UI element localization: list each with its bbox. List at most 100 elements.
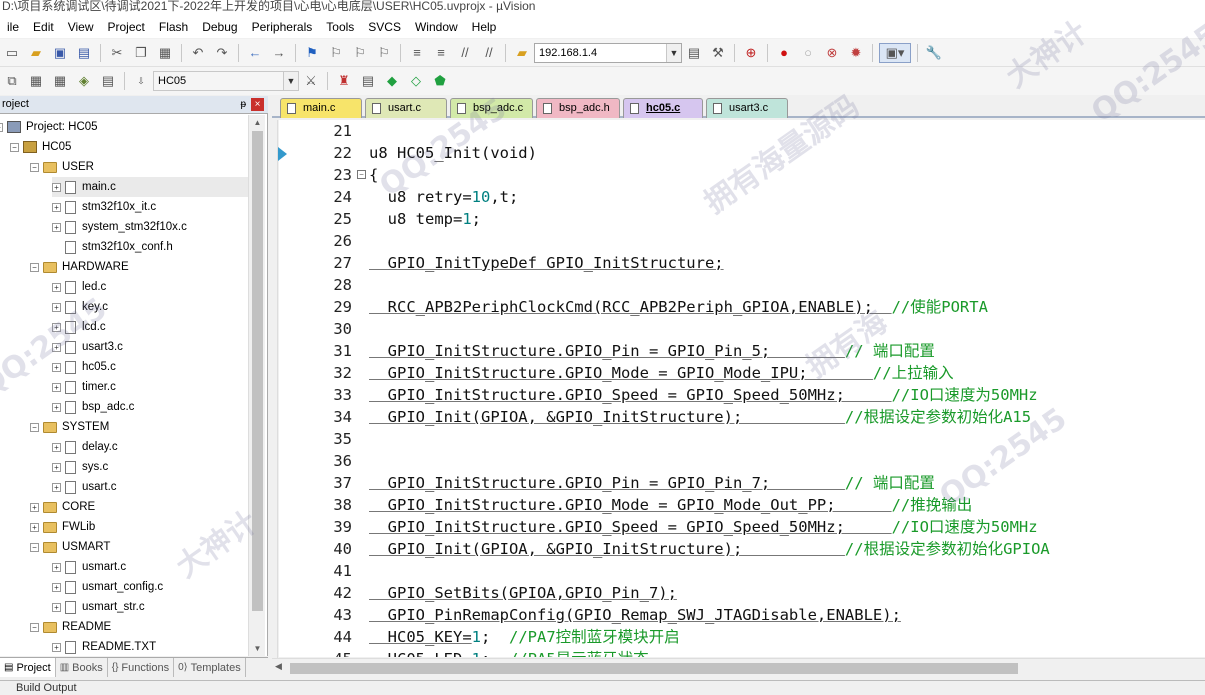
editor-tab-usart-c[interactable]: usart.c [365,98,447,118]
code-line[interactable]: u8 retry=10,t; [369,186,519,208]
menu-item-view[interactable]: View [61,16,101,38]
expand-icon[interactable]: + [52,582,61,592]
copy-icon[interactable]: ❐ [131,43,151,63]
menu-item-ile[interactable]: ile [0,16,26,38]
expand-icon[interactable]: + [52,222,61,232]
uncomment-icon[interactable]: // [479,43,499,63]
bookmark-icon[interactable]: ⚑ [302,43,322,63]
scroll-left-icon[interactable]: ◀ [275,661,282,672]
tree-file[interactable]: + system_stm32f10x.c [52,217,187,237]
kill-breakpoints-icon[interactable]: ✹ [846,43,866,63]
scrollbar-thumb[interactable] [290,663,1018,674]
manage-project-icon[interactable]: ♜ [334,71,354,91]
menu-item-help[interactable]: Help [465,16,504,38]
save-icon[interactable]: ▣ [50,43,70,63]
load-download-icon[interactable]: ⇩ [131,71,151,91]
code-line[interactable]: GPIO_InitStructure.GPIO_Mode = GPIO_Mode… [369,494,973,516]
build-output-tab[interactable]: Build Output [0,680,1205,695]
close-icon[interactable]: × [251,98,264,111]
expand-icon[interactable]: + [52,202,61,212]
open-folder-icon[interactable]: ▰ [26,43,46,63]
expand-icon[interactable]: + [52,602,61,612]
code-line[interactable]: HC05_LED=1; //PA5显示蓝牙状态 [369,648,649,657]
menu-item-flash[interactable]: Flash [152,16,195,38]
clear-bookmarks-icon[interactable]: ⚐ [374,43,394,63]
editor-tab-bsp_adc-c[interactable]: bsp_adc.c [450,98,533,118]
collapse-icon[interactable]: − [0,122,3,132]
tree-file[interactable]: + main.c [52,177,248,197]
breakpoint-icon[interactable]: ● [774,43,794,63]
expand-icon[interactable]: + [52,402,61,412]
menu-item-window[interactable]: Window [408,16,465,38]
code-editor[interactable]: 21 22 u8 HC05_Init(void) 23−{24 u8 retry=10… [279,120,1205,657]
tree-file[interactable]: + stm32f10x_it.c [52,197,156,217]
expand-icon[interactable]: + [30,502,39,512]
editor-tab-bsp_adc-h[interactable]: bsp_adc.h [536,98,620,118]
find-in-files-icon[interactable]: ▰ [512,43,532,63]
save-all-icon[interactable]: ▤ [74,43,94,63]
editor-horizontal-scrollbar[interactable]: ◀ [272,658,1205,677]
menu-item-tools[interactable]: Tools [319,16,361,38]
tree-file[interactable]: stm32f10x_conf.h [52,237,173,257]
tree-file[interactable]: + hc05.c [52,357,116,377]
expand-icon[interactable]: + [52,462,61,472]
window-layout-icon[interactable]: ▣▾ [879,42,911,63]
editor-tab-hc05-c[interactable]: hc05.c [623,98,703,118]
select-packs-icon[interactable]: ▤ [358,71,378,91]
expand-icon[interactable]: + [52,362,61,372]
navigate-back-icon[interactable]: ← [245,43,265,63]
debug-session-icon[interactable]: ⊕ [741,43,761,63]
undo-icon[interactable]: ↶ [188,43,208,63]
menu-item-project[interactable]: Project [101,16,152,38]
tree-file[interactable]: + delay.c [52,437,118,457]
chevron-down-icon[interactable]: ▼ [666,43,681,62]
collapse-icon[interactable]: − [30,422,39,432]
tree-file[interactable]: + timer.c [52,377,116,397]
collapse-icon[interactable]: − [30,622,39,632]
tree-group-user[interactable]: − USER [30,157,94,177]
tree-file[interactable]: + usmart_str.c [52,597,145,617]
code-line[interactable]: GPIO_InitStructure.GPIO_Mode = GPIO_Mode… [369,362,954,384]
redo-icon[interactable]: ↷ [212,43,232,63]
tree-group-readme[interactable]: − README [30,617,111,637]
tree-node-project[interactable]: − Project: HC05 [0,117,98,137]
menu-item-edit[interactable]: Edit [26,16,61,38]
pack-installer-icon[interactable]: ◇ [406,71,426,91]
tree-group-core[interactable]: + CORE [30,497,95,517]
code-line[interactable]: GPIO_SetBits(GPIOA,GPIO_Pin_7); [369,582,677,604]
code-line[interactable]: u8 temp=1; [369,208,481,230]
tree-group-system[interactable]: − SYSTEM [30,417,109,437]
project-tree-scrollbar[interactable]: ▲ ▼ [248,115,265,656]
expand-icon[interactable]: + [52,282,61,292]
manage-runtime-icon[interactable]: ◆ [382,71,402,91]
incremental-find-icon[interactable]: ⚒ [708,43,728,63]
comment-icon[interactable]: // [455,43,475,63]
menu-item-debug[interactable]: Debug [195,16,244,38]
disable-breakpoint-icon[interactable]: ○ [798,43,818,63]
prev-bookmark-icon[interactable]: ⚐ [326,43,346,63]
code-line[interactable]: RCC_APB2PeriphClockCmd(RCC_APB2Periph_GP… [369,296,988,318]
panel-tab-project[interactable]: ▤ Project [0,658,56,677]
editor-tab-usart3-c[interactable]: usart3.c [706,98,788,118]
navigate-forward-icon[interactable]: → [269,43,289,63]
code-line[interactable]: { [369,164,378,186]
menu-item-svcs[interactable]: SVCS [361,16,408,38]
code-line[interactable]: GPIO_Init(GPIOA, &GPIO_InitStructure); /… [369,406,1031,428]
collapse-icon[interactable]: − [30,162,39,172]
code-line[interactable]: GPIO_InitStructure.GPIO_Pin = GPIO_Pin_7… [369,472,935,494]
unindent-icon[interactable]: ≡ [431,43,451,63]
stop-build-icon[interactable]: ▤ [98,71,118,91]
build-icon[interactable]: ▦ [26,71,46,91]
panel-tab-books[interactable]: ▥ Books [56,658,108,677]
expand-icon[interactable]: + [52,322,61,332]
translate-icon[interactable]: ⧉ [2,71,22,91]
code-line[interactable]: HC05_KEY=1; //PA7控制蓝牙模块开启 [369,626,680,648]
code-line[interactable]: GPIO_Init(GPIOA, &GPIO_InitStructure); /… [369,538,1050,560]
tree-file[interactable]: + sys.c [52,457,108,477]
code-line[interactable]: GPIO_InitTypeDef GPIO_InitStructure; [369,252,724,274]
scroll-up-icon[interactable]: ▲ [249,115,266,130]
expand-icon[interactable]: + [52,562,61,572]
tree-file[interactable]: + lcd.c [52,317,106,337]
collapse-icon[interactable]: − [10,142,19,152]
next-bookmark-icon[interactable]: ⚐ [350,43,370,63]
